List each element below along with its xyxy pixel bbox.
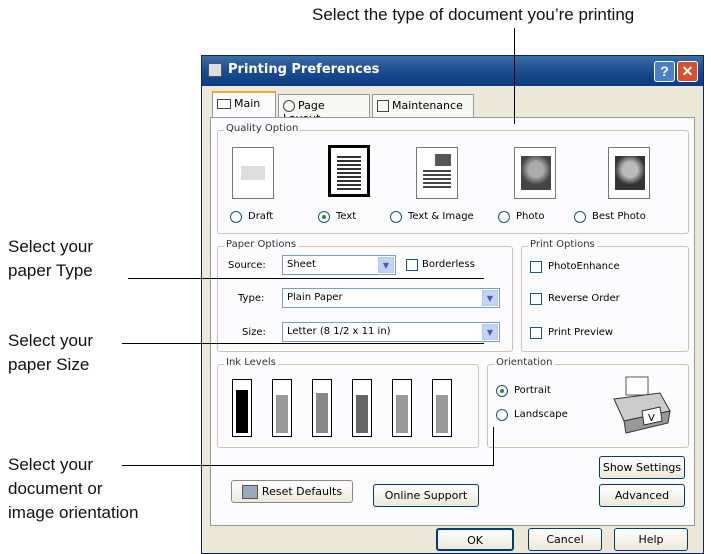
borderless-label: Borderless bbox=[422, 259, 475, 270]
ink-level-fill bbox=[316, 393, 328, 433]
paper-size-select[interactable]: Letter (8 1/2 x 11 in) ▼ bbox=[282, 322, 500, 342]
draft-icon[interactable] bbox=[232, 147, 274, 199]
radio-best-photo[interactable] bbox=[574, 211, 586, 223]
callout-line-orient-h bbox=[122, 465, 494, 466]
radio-draft-label: Draft bbox=[248, 211, 274, 222]
radio-text-image[interactable] bbox=[390, 211, 402, 223]
callout-orientation-line2: document or bbox=[8, 479, 103, 498]
callout-orientation-line1: Select your bbox=[8, 455, 94, 474]
online-support-button[interactable]: Online Support bbox=[373, 484, 479, 507]
print-preview-checkbox[interactable] bbox=[530, 327, 542, 339]
page-layout-tab-icon bbox=[283, 100, 295, 112]
best-photo-icon[interactable] bbox=[608, 147, 650, 199]
photo-icon[interactable] bbox=[514, 147, 556, 199]
print-options-group: Print Options PhotoEnhance Reverse Order… bbox=[521, 239, 689, 352]
reset-icon bbox=[241, 485, 258, 499]
tab-main-label: Main bbox=[234, 97, 261, 110]
orientation-label: Orientation bbox=[494, 357, 555, 368]
text-image-icon[interactable] bbox=[416, 147, 458, 199]
ink-cartridge bbox=[352, 379, 372, 437]
tab-maintenance-label: Maintenance bbox=[392, 99, 463, 112]
callout-paper-type-line1: Select your bbox=[8, 237, 94, 256]
callout-line-size bbox=[122, 343, 484, 344]
tab-page-layout[interactable]: Page Layout bbox=[278, 94, 370, 125]
ink-cartridge bbox=[272, 379, 292, 437]
radio-best-photo-label: Best Photo bbox=[592, 211, 646, 222]
ink-levels-group: Ink Levels bbox=[217, 357, 479, 448]
radio-photo[interactable] bbox=[498, 211, 510, 223]
advanced-button[interactable]: Advanced bbox=[599, 484, 685, 507]
callout-orientation-line3: image orientation bbox=[8, 503, 139, 522]
type-label: Type: bbox=[238, 293, 265, 304]
main-tab-icon bbox=[217, 99, 231, 109]
portrait-label: Portrait bbox=[514, 385, 551, 396]
printer-icon bbox=[208, 63, 222, 77]
ink-cartridge bbox=[312, 379, 332, 437]
reset-defaults-label: Reset Defaults bbox=[261, 485, 343, 498]
source-label: Source: bbox=[228, 260, 266, 271]
printer-image-icon: V bbox=[608, 375, 672, 435]
ink-level-fill bbox=[396, 395, 408, 433]
paper-type-value: Plain Paper bbox=[287, 292, 343, 303]
radio-portrait[interactable] bbox=[496, 385, 508, 397]
borderless-checkbox[interactable] bbox=[406, 259, 418, 271]
source-value: Sheet bbox=[287, 259, 316, 270]
ink-cartridge bbox=[392, 379, 412, 437]
help-button[interactable]: Help bbox=[614, 528, 688, 551]
paper-options-group: Paper Options Source: Sheet ▼ Borderless… bbox=[217, 239, 513, 352]
callout-document-type: Select the type of document you’re print… bbox=[312, 5, 635, 24]
chevron-down-icon: ▼ bbox=[482, 290, 498, 306]
show-settings-button[interactable]: Show Settings bbox=[599, 456, 685, 479]
text-icon[interactable] bbox=[328, 145, 370, 197]
source-select[interactable]: Sheet ▼ bbox=[282, 255, 396, 275]
callout-line-type bbox=[128, 278, 484, 279]
callout-line-top bbox=[514, 28, 515, 124]
ok-button[interactable]: OK bbox=[436, 528, 514, 551]
reset-defaults-button[interactable]: Reset Defaults bbox=[231, 480, 353, 503]
reverse-order-label: Reverse Order bbox=[548, 293, 620, 304]
paper-size-value: Letter (8 1/2 x 11 in) bbox=[287, 326, 391, 337]
radio-draft[interactable] bbox=[230, 211, 242, 223]
radio-text-label: Text bbox=[336, 211, 357, 222]
radio-text[interactable] bbox=[318, 211, 330, 223]
radio-landscape[interactable] bbox=[496, 409, 508, 421]
paper-type-select[interactable]: Plain Paper ▼ bbox=[282, 288, 500, 308]
printing-preferences-window: Printing Preferences ? ✕ Main Page Layou… bbox=[201, 55, 704, 554]
radio-photo-label: Photo bbox=[516, 211, 545, 222]
quality-option-label: Quality Option bbox=[224, 123, 301, 134]
photo-enhance-checkbox[interactable] bbox=[530, 261, 542, 273]
ink-cartridge bbox=[432, 379, 452, 437]
reverse-order-checkbox[interactable] bbox=[530, 293, 542, 305]
ink-level-fill bbox=[356, 395, 368, 433]
chevron-down-icon: ▼ bbox=[378, 257, 394, 273]
window-title: Printing Preferences bbox=[228, 62, 380, 77]
callout-paper-size-line1: Select your bbox=[8, 331, 94, 350]
cancel-button[interactable]: Cancel bbox=[528, 528, 602, 551]
ink-level-fill bbox=[236, 390, 248, 433]
quality-option-group: Quality Option Draft Text Text & Image P… bbox=[217, 123, 689, 234]
close-button[interactable]: ✕ bbox=[677, 61, 698, 82]
ink-level-fill bbox=[436, 395, 448, 433]
print-preview-label: Print Preview bbox=[548, 327, 614, 338]
landscape-label: Landscape bbox=[514, 409, 568, 420]
tab-main[interactable]: Main bbox=[212, 91, 276, 118]
photo-enhance-label: PhotoEnhance bbox=[548, 261, 620, 272]
svg-text:V: V bbox=[648, 413, 655, 424]
maintenance-tab-icon bbox=[377, 100, 389, 112]
paper-options-label: Paper Options bbox=[224, 239, 299, 250]
radio-text-image-label: Text & Image bbox=[408, 211, 474, 222]
size-label: Size: bbox=[242, 327, 266, 338]
tab-maintenance[interactable]: Maintenance bbox=[372, 94, 474, 117]
print-options-label: Print Options bbox=[528, 239, 597, 250]
callout-line-orient-v bbox=[493, 427, 494, 466]
ink-level-fill bbox=[276, 395, 288, 433]
callout-paper-size-line2: paper Size bbox=[8, 355, 90, 374]
help-title-button[interactable]: ? bbox=[654, 61, 675, 82]
ink-levels-label: Ink Levels bbox=[224, 357, 278, 368]
chevron-down-icon: ▼ bbox=[482, 324, 498, 340]
orientation-group: Orientation Portrait Landscape V bbox=[487, 357, 689, 448]
title-bar: Printing Preferences ? ✕ bbox=[202, 56, 703, 86]
callout-paper-type-line2: paper Type bbox=[8, 261, 93, 280]
ink-cartridge bbox=[232, 379, 252, 437]
